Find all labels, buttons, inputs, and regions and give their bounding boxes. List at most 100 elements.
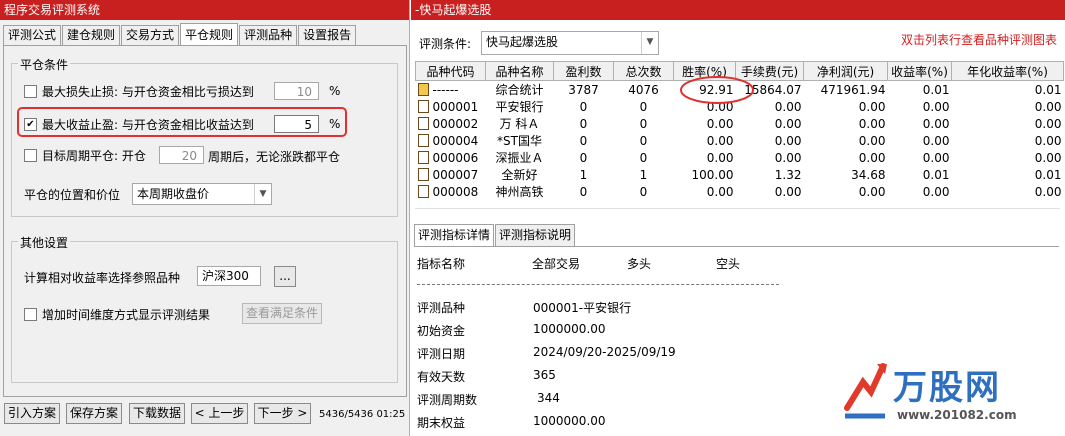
double-click-hint: 双击列表行查看品种评测图表 xyxy=(900,33,1057,47)
row-net-profit: 0.00 xyxy=(858,99,886,114)
col-code[interactable]: 品种代码 xyxy=(415,61,486,81)
detail-value: 1000000.00 xyxy=(533,414,606,428)
row-annual-return: 0.00 xyxy=(1034,150,1062,165)
other-settings-title: 其他设置 xyxy=(18,234,71,251)
download-data-button[interactable]: 下载数据 xyxy=(129,403,185,424)
condition-select[interactable]: 快马起爆选股 ▼ xyxy=(481,31,659,55)
table-row[interactable]: 000008 神州高铁 0 0 0.00 0.00 0.00 0.00 0.00 xyxy=(416,183,1064,200)
detail-value: 365 xyxy=(533,368,556,382)
col-return[interactable]: 收益率(%) xyxy=(887,61,952,81)
row-fee: 0.00 xyxy=(774,133,802,148)
row-total: 0 xyxy=(639,99,648,114)
next-step-button[interactable]: 下一步 > xyxy=(254,403,311,424)
site-logo: 万股网 www.201082.com xyxy=(841,352,1061,432)
target-period-label-b: 周期后，无论涨跌都平仓 xyxy=(208,150,341,164)
detail-header-long: 多头 xyxy=(627,257,652,271)
stop-loss-input[interactable]: 10 xyxy=(274,82,319,100)
detail-value: 1000000.00 xyxy=(533,322,606,336)
row-net-profit: 0.00 xyxy=(858,184,886,199)
detail-label: 期末权益 xyxy=(417,416,466,430)
row-annual-return: 0.01 xyxy=(1034,82,1062,97)
tab-metric-explanation[interactable]: 评测指标说明 xyxy=(495,224,576,246)
row-total: 0 xyxy=(639,150,648,165)
reference-browse-button[interactable]: ... xyxy=(274,266,296,287)
time-dimension-checkbox[interactable] xyxy=(24,308,37,321)
row-name: 万 科Ａ xyxy=(499,117,540,131)
row-annual-return: 0.01 xyxy=(1034,167,1062,182)
row-wins: 0 xyxy=(579,150,588,165)
save-plan-button[interactable]: 保存方案 xyxy=(66,403,122,424)
chevron-down-icon: ▼ xyxy=(254,184,271,204)
view-conditions-button[interactable]: 查看满足条件 xyxy=(242,303,322,324)
time-dimension-label: 增加时间维度方式显示评测结果 xyxy=(42,308,211,322)
row-name: *ST国华 xyxy=(497,134,542,148)
col-wins[interactable]: 盈利数 xyxy=(553,61,614,81)
target-period-input[interactable]: 20 xyxy=(159,146,204,164)
stop-loss-checkbox[interactable] xyxy=(24,85,37,98)
window-title: 程序交易评测系统 xyxy=(0,0,409,20)
document-icon xyxy=(417,167,429,181)
screening-results-window: -快马起爆选股 评测条件: 快马起爆选股 ▼ 双击列表行查看品种评测图表 品种代… xyxy=(411,0,1065,436)
row-wins: 0 xyxy=(579,99,588,114)
detail-value: 2024/09/20-2025/09/19 xyxy=(533,345,676,359)
row-name: 神州高铁 xyxy=(495,185,544,199)
row-name: 全新好 xyxy=(501,168,538,182)
reference-instrument-field[interactable]: 沪深300 xyxy=(197,266,261,286)
detail-label: 评测品种 xyxy=(417,301,466,315)
stop-loss-label: 最大损失止损: 与开仓资金相比亏损达到 xyxy=(42,85,254,99)
tab-trade-mode[interactable]: 交易方式 xyxy=(121,25,180,45)
detail-header-all: 全部交易 xyxy=(532,257,581,271)
settings-tabs: 评测公式 建仓规则 交易方式 平仓规则 评测品种 设置报告 xyxy=(3,23,357,46)
tab-instruments[interactable]: 评测品种 xyxy=(239,25,298,45)
table-row[interactable]: 000007 全新好 1 1 100.00 1.32 34.68 0.01 0.… xyxy=(416,166,1064,183)
tab-open-rules[interactable]: 建仓规则 xyxy=(62,25,121,45)
stop-loss-row: 最大损失止损: 与开仓资金相比亏损达到 xyxy=(24,83,254,100)
col-net-profit[interactable]: 净利润(元) xyxy=(803,61,888,81)
row-total: 0 xyxy=(639,133,648,148)
row-return: 0.00 xyxy=(922,150,950,165)
results-window-title: -快马起爆选股 xyxy=(411,0,1065,20)
document-icon xyxy=(417,116,429,130)
table-row[interactable]: 000006 深振业Ａ 0 0 0.00 0.00 0.00 0.00 0.00 xyxy=(416,149,1064,166)
detail-label: 有效天数 xyxy=(417,370,466,384)
chevron-down-icon: ▼ xyxy=(641,32,658,54)
row-fee: 1.32 xyxy=(774,167,802,182)
row-return: 0.00 xyxy=(922,133,950,148)
row-fee: 0.00 xyxy=(774,184,802,199)
close-position-select[interactable]: 本周期收盘价 ▼ xyxy=(132,183,272,205)
table-row[interactable]: 000004 *ST国华 0 0 0.00 0.00 0.00 0.00 0.0… xyxy=(416,132,1064,149)
col-name[interactable]: 品种名称 xyxy=(485,61,554,81)
row-fee: 0.00 xyxy=(774,150,802,165)
tab-metric-details[interactable]: 评测指标详情 xyxy=(414,224,495,246)
logo-arrow-icon xyxy=(844,363,887,419)
detail-value: 000001-平安银行 xyxy=(533,301,632,315)
col-total[interactable]: 总次数 xyxy=(613,61,674,81)
detail-label: 评测日期 xyxy=(417,347,466,361)
detail-label: 初始资金 xyxy=(417,324,466,338)
row-return: 0.00 xyxy=(922,116,950,131)
tab-report-settings[interactable]: 设置报告 xyxy=(298,25,357,45)
row-total: 0 xyxy=(639,184,648,199)
tab-close-rules[interactable]: 平仓规则 xyxy=(180,23,239,46)
row-annual-return: 0.00 xyxy=(1034,133,1062,148)
import-plan-button[interactable]: 引入方案 xyxy=(4,403,60,424)
row-annual-return: 0.00 xyxy=(1034,116,1062,131)
evaluation-system-window: 程序交易评测系统 评测公式 建仓规则 交易方式 平仓规则 评测品种 设置报告 平… xyxy=(0,0,410,436)
row-winrate: 100.00 xyxy=(691,167,734,182)
row-code: 000004 xyxy=(416,132,486,149)
tab-formula[interactable]: 评测公式 xyxy=(3,25,62,45)
condition-label: 评测条件: xyxy=(419,37,472,51)
row-code: 000002 xyxy=(416,115,486,132)
detail-header-short: 空头 xyxy=(716,257,741,271)
table-row[interactable]: 000002 万 科Ａ 0 0 0.00 0.00 0.00 0.00 0.00 xyxy=(416,115,1064,132)
target-period-checkbox[interactable] xyxy=(24,149,37,162)
condition-value: 快马起爆选股 xyxy=(486,35,559,49)
row-wins: 0 xyxy=(579,184,588,199)
row-annual-return: 0.00 xyxy=(1034,184,1062,199)
col-annual-return[interactable]: 年化收益率(%) xyxy=(951,61,1064,81)
detail-label: 评测周期数 xyxy=(417,393,478,407)
row-winrate: 0.00 xyxy=(706,116,734,131)
document-icon xyxy=(417,99,429,113)
row-fee: 0.00 xyxy=(774,116,802,131)
previous-step-button[interactable]: < 上一步 xyxy=(191,403,248,424)
